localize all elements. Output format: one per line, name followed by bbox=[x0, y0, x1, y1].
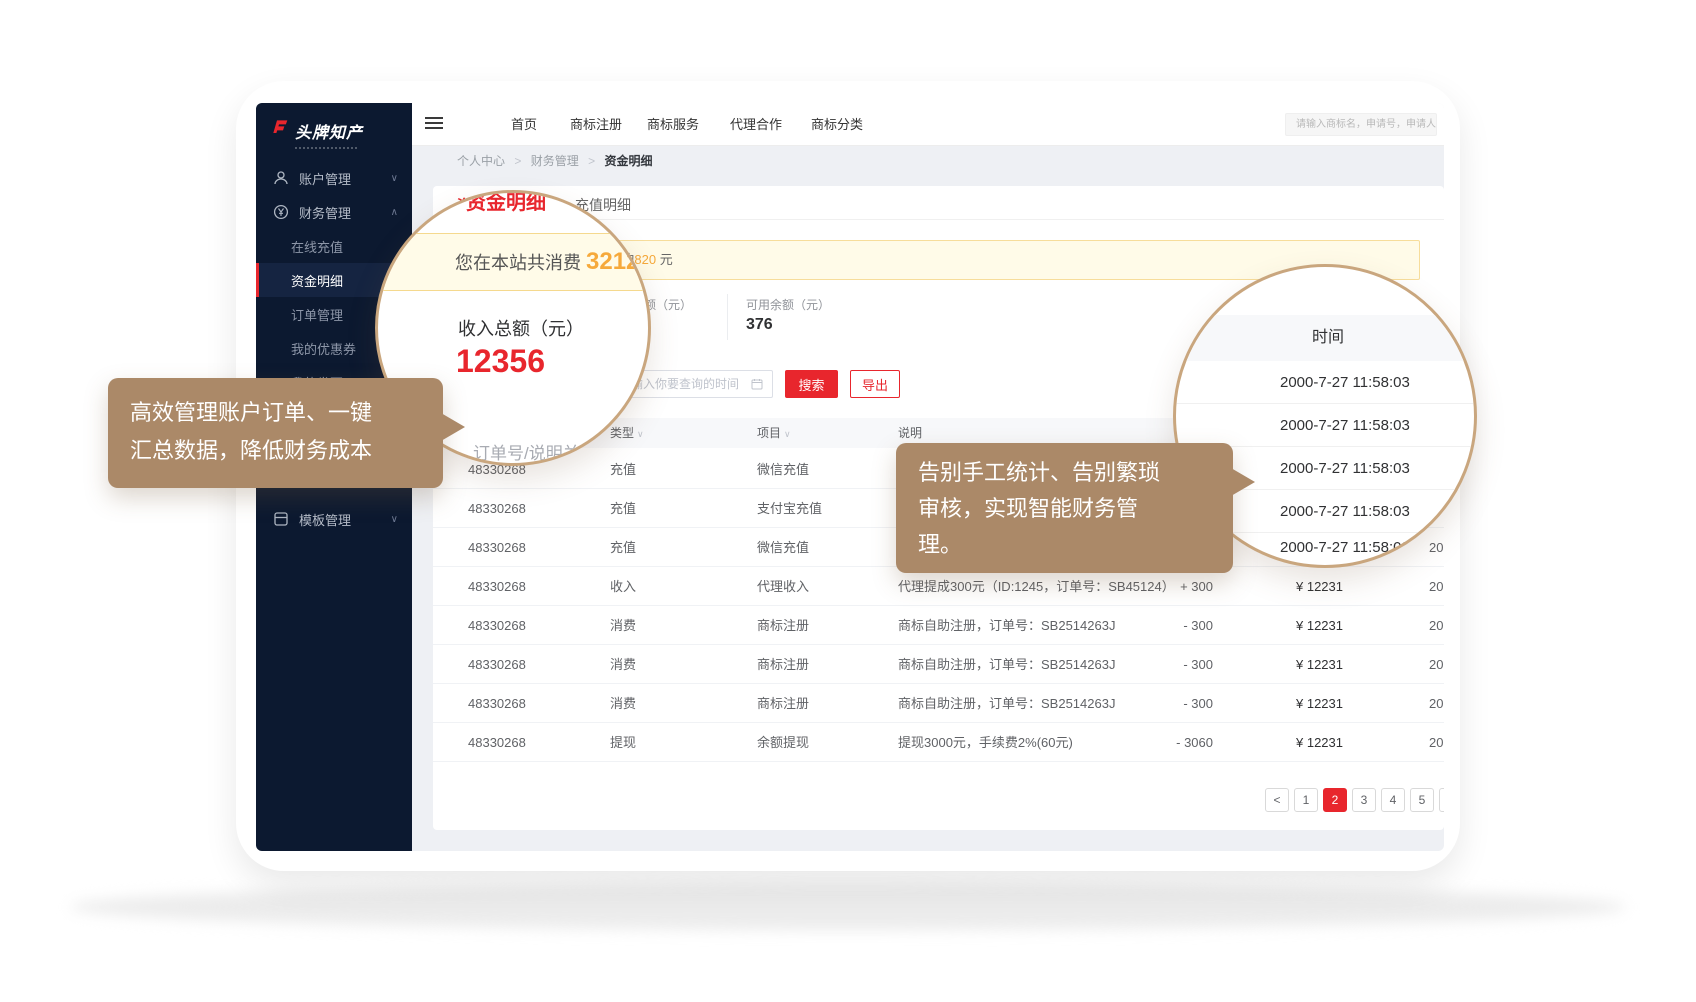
header-type[interactable]: 类型∨ bbox=[610, 418, 644, 448]
balance-value: 376 bbox=[746, 316, 773, 334]
pagination-page[interactable]: 4 bbox=[1381, 788, 1405, 812]
cell-project: 微信充值 bbox=[757, 450, 809, 489]
cell-type: 收入 bbox=[610, 567, 636, 606]
cell-amount: - 300 bbox=[1123, 645, 1213, 684]
cell-amount: - 3060 bbox=[1123, 723, 1213, 762]
tooltip-left-arrow bbox=[441, 413, 465, 441]
table-row: 48330268 消费 商标注册 商标自助注册，订单号：SB2514263J -… bbox=[433, 606, 1444, 645]
breadcrumb: 个人中心 > 财务管理 > 资金明细 bbox=[412, 146, 1444, 176]
cell-type: 消费 bbox=[610, 684, 636, 723]
cell-amount: - 300 bbox=[1123, 684, 1213, 723]
nav-agency[interactable]: 代理合作 bbox=[730, 103, 782, 146]
template-icon bbox=[273, 511, 289, 527]
chevron-down-icon: ∨ bbox=[391, 173, 398, 184]
cell-time: 2000-7-27 11:58:03 bbox=[1429, 645, 1443, 684]
caret-down-icon: ∨ bbox=[637, 429, 644, 439]
user-icon bbox=[273, 170, 289, 186]
cell-project: 商标注册 bbox=[757, 645, 809, 684]
cell-amount: - 300 bbox=[1123, 606, 1213, 645]
magnified-time-row: 2000-7-27 11:58:03 bbox=[1176, 404, 1477, 447]
chevron-down-icon: ∨ bbox=[391, 514, 398, 525]
magnified-income-value: 12356 bbox=[456, 343, 545, 380]
cell-time: 2000-7-27 11:58:03 bbox=[1429, 528, 1443, 567]
cell-order: 48330268 bbox=[468, 723, 526, 762]
header-project[interactable]: 项目∨ bbox=[757, 418, 791, 448]
laptop-base-shadow bbox=[70, 884, 1626, 930]
pagination-page[interactable]: 1 bbox=[1294, 788, 1318, 812]
cell-time: 2000-7-27 11:58:03 bbox=[1429, 567, 1443, 606]
pagination-page[interactable]: 3 bbox=[1352, 788, 1376, 812]
cell-time: 2000-7-27 11:58:03 bbox=[1429, 684, 1443, 723]
cell-project: 商标注册 bbox=[757, 606, 809, 645]
cell-order: 48330268 bbox=[468, 606, 526, 645]
logo-title: 头牌知产 bbox=[295, 119, 363, 143]
cell-type: 充值 bbox=[610, 489, 636, 528]
sidebar-item-finance[interactable]: 财务管理 ∧ bbox=[256, 195, 412, 229]
caret-down-icon: ∨ bbox=[784, 429, 791, 439]
top-bar: 首页 商标注册 商标服务 代理合作 商标分类 bbox=[412, 103, 1444, 146]
nav-trademark-register[interactable]: 商标注册 bbox=[570, 103, 622, 146]
cell-balance: ¥ 12231 bbox=[1263, 567, 1343, 606]
cell-balance: ¥ 12231 bbox=[1263, 723, 1343, 762]
cell-time: 2000-7-27 11:58:03 bbox=[1429, 606, 1443, 645]
stat-divider bbox=[727, 294, 728, 340]
magnified-tab: 资金明细 bbox=[466, 190, 546, 215]
search-button[interactable]: 搜索 bbox=[785, 370, 838, 398]
cell-order: 48330268 bbox=[468, 567, 526, 606]
tooltip-right-arrow bbox=[1231, 468, 1255, 496]
pagination-prev[interactable]: < bbox=[1265, 788, 1289, 812]
pagination-next[interactable] bbox=[1439, 788, 1444, 812]
magnified-keyword-placeholder: 订单号/说明关键 bbox=[473, 439, 597, 464]
cell-balance: ¥ 12231 bbox=[1263, 606, 1343, 645]
cell-balance: ¥ 12231 bbox=[1263, 684, 1343, 723]
balance-label: 可用余额（元） bbox=[746, 296, 830, 313]
magnified-time-row: 2000-7-27 11:58:03 bbox=[1176, 361, 1477, 404]
cell-project: 微信充值 bbox=[757, 528, 809, 567]
table-row: 48330268 消费 商标注册 商标自助注册，订单号：SB2514263J -… bbox=[433, 645, 1444, 684]
table-row: 48330268 消费 商标注册 商标自助注册，订单号：SB2514263J -… bbox=[433, 684, 1444, 723]
magnified-time-partial: 2000-7-27 11:58:03 bbox=[1280, 539, 1410, 556]
tooltip-right: 告别手工统计、告别繁琐 审核，实现智能财务管 理。 bbox=[896, 443, 1233, 573]
yuan-circle-icon bbox=[273, 204, 289, 220]
cell-project: 代理收入 bbox=[757, 567, 809, 606]
pagination-page[interactable]: 2 bbox=[1323, 788, 1347, 812]
menu-icon[interactable] bbox=[425, 117, 443, 132]
cell-order: 48330268 bbox=[468, 684, 526, 723]
tooltip-left: 高效管理账户订单、一键 汇总数据，降低财务成本 bbox=[108, 378, 443, 488]
pagination-page[interactable]: 5 bbox=[1410, 788, 1434, 812]
calendar-icon bbox=[751, 378, 763, 390]
cell-type: 充值 bbox=[610, 528, 636, 567]
cell-time: 2000-7-27 11:58:03 bbox=[1429, 723, 1443, 762]
cell-project: 支付宝充值 bbox=[757, 489, 822, 528]
cell-order: 48330268 bbox=[468, 645, 526, 684]
nav-home[interactable]: 首页 bbox=[511, 103, 537, 146]
sidebar-item-account[interactable]: 账户管理 ∨ bbox=[256, 161, 412, 195]
table-row: 48330268 提现 余额提现 提现3000元，手续费2%(60元) - 30… bbox=[433, 723, 1444, 762]
export-button[interactable]: 导出 bbox=[850, 370, 900, 398]
logo[interactable]: 头牌知产 bbox=[256, 103, 412, 161]
pagination: < 1 2 3 4 5 bbox=[433, 788, 1444, 812]
magnified-income-label: 收入总额（元） bbox=[458, 315, 584, 341]
cell-type: 提现 bbox=[610, 723, 636, 762]
nav-trademark-service[interactable]: 商标服务 bbox=[647, 103, 699, 146]
cell-type: 消费 bbox=[610, 606, 636, 645]
logo-subtitle bbox=[295, 147, 357, 149]
cell-type: 消费 bbox=[610, 645, 636, 684]
cell-order: 48330268 bbox=[468, 528, 526, 567]
search-input[interactable] bbox=[1285, 113, 1437, 136]
logo-icon bbox=[272, 119, 288, 135]
nav-trademark-class[interactable]: 商标分类 bbox=[811, 103, 863, 146]
cell-project: 余额提现 bbox=[757, 723, 809, 762]
cell-balance: ¥ 12231 bbox=[1263, 645, 1343, 684]
magnified-time-header: 时间 bbox=[1176, 315, 1477, 361]
cell-project: 商标注册 bbox=[757, 684, 809, 723]
magnified-banner: 您在本站共消费 32124 大约 bbox=[375, 233, 651, 291]
stage: 头牌知产 账户管理 ∨ 财务管理 ∧ bbox=[0, 0, 1696, 1002]
chevron-up-icon: ∧ bbox=[391, 207, 398, 218]
sidebar-item-templates[interactable]: 模板管理 ∨ bbox=[256, 502, 412, 536]
cell-type: 充值 bbox=[610, 450, 636, 489]
cell-order: 48330268 bbox=[468, 489, 526, 528]
